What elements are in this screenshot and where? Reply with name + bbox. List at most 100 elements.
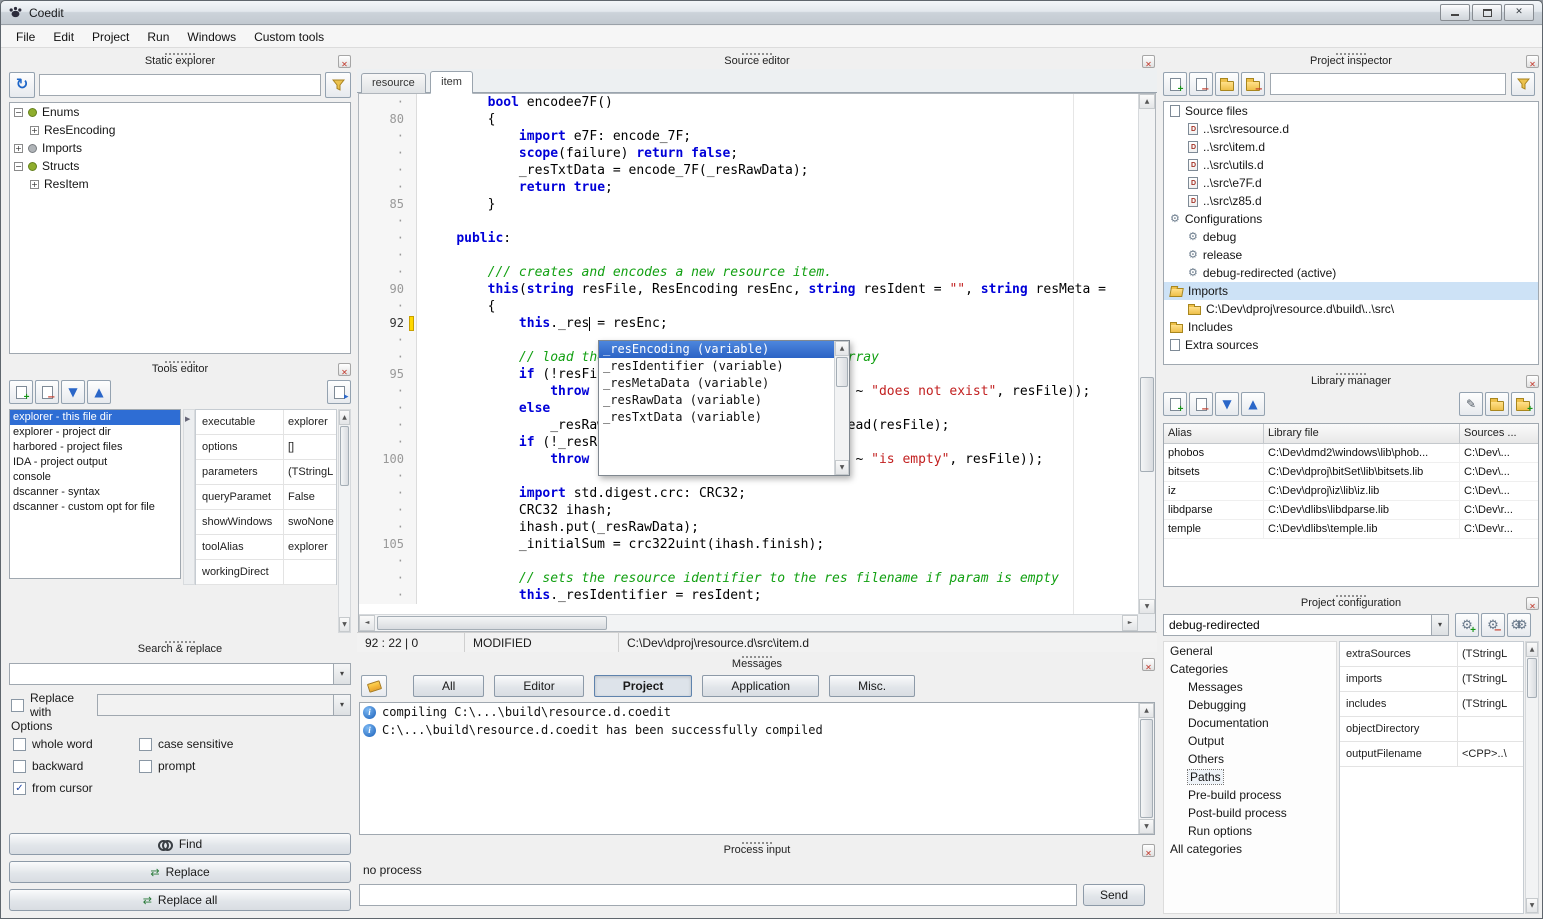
tree-item-resencoding[interactable]: +ResEncoding	[10, 121, 350, 139]
menu-item-run[interactable]: Run	[138, 27, 178, 47]
menu-item-project[interactable]: Project	[83, 27, 138, 47]
category-debugging[interactable]: Debugging	[1164, 696, 1336, 714]
add-library-button[interactable]	[1163, 392, 1187, 416]
completion-item[interactable]: _resTxtData (variable)	[599, 409, 834, 426]
move-library-up-button[interactable]: ▲	[1241, 392, 1265, 416]
checkbox-box[interactable]: ✓	[13, 782, 26, 795]
code-editor[interactable]: · bool encodee7F()80 {· import e7F: enco…	[358, 93, 1156, 632]
scrollbar-thumb[interactable]	[836, 357, 848, 387]
replace-all-button[interactable]: ⇄ Replace all	[9, 889, 351, 911]
inspector-item-extra-sources[interactable]: Extra sources	[1164, 336, 1538, 354]
completion-item[interactable]: _resEncoding (variable)	[599, 341, 834, 358]
move-tool-down-button[interactable]: ▼	[61, 380, 85, 404]
clear-messages-button[interactable]	[361, 675, 387, 697]
tab-resource[interactable]: resource	[361, 73, 426, 93]
property-value[interactable]: swoNone	[284, 516, 336, 528]
minimize-button[interactable]	[1440, 4, 1470, 21]
tree-item-structs[interactable]: −Structs	[10, 157, 350, 175]
inspector-filter-button[interactable]	[1511, 72, 1535, 96]
property-value[interactable]: []	[284, 441, 336, 453]
inspector-item-src-utils-d[interactable]: ..\src\utils.d	[1164, 156, 1538, 174]
property-extrasources[interactable]: extraSources(TStringL	[1340, 642, 1523, 667]
tool-item-explorer-project-dir[interactable]: explorer - project dir	[10, 425, 180, 440]
property-value[interactable]: explorer	[284, 541, 336, 553]
library-row-iz[interactable]: izC:\Dev\dproj\iz\lib\iz.libC:\Dev\...	[1164, 482, 1538, 501]
dropdown-button[interactable]: ▾	[333, 664, 350, 684]
menu-item-custom-tools[interactable]: Custom tools	[245, 27, 333, 47]
tool-item-dscanner-syntax[interactable]: dscanner - syntax	[10, 485, 180, 500]
message-item[interactable]: iC:\...\build\resource.d.coedit has been…	[360, 721, 1154, 739]
add-configuration-button[interactable]: ⚙	[1455, 613, 1479, 637]
clone-configuration-button[interactable]: ⚙⚙	[1507, 613, 1531, 637]
replace-button[interactable]: ⇄ Replace	[9, 861, 351, 883]
search-replace-header[interactable]: Search & replace	[7, 640, 353, 658]
checkbox-prompt[interactable]: prompt	[139, 759, 349, 773]
remove-library-button[interactable]	[1189, 392, 1213, 416]
tools-editor-header[interactable]: Tools editor ✕	[7, 360, 353, 378]
property-value[interactable]: explorer	[284, 416, 336, 428]
close-panel-button[interactable]: ✕	[1526, 55, 1539, 68]
property-value[interactable]: (TStringL	[1458, 673, 1523, 685]
tool-item-harbored-project-files[interactable]: harbored - project files	[10, 440, 180, 455]
process-input-field[interactable]	[359, 884, 1077, 906]
static-explorer-header[interactable]: Static explorer ✕	[7, 52, 353, 70]
close-panel-button[interactable]: ✕	[1142, 844, 1155, 857]
inspector-item-c-dev-dproj-resource-d-build-src[interactable]: C:\Dev\dproj\resource.d\build\..\src\	[1164, 300, 1538, 318]
close-panel-button[interactable]: ✕	[1142, 658, 1155, 671]
tool-item-dscanner-custom-opt-for-file[interactable]: dscanner - custom opt for file	[10, 500, 180, 515]
category-run-options[interactable]: Run options	[1164, 822, 1336, 840]
tree-item-resitem[interactable]: +ResItem	[10, 175, 350, 193]
inspector-item-debug[interactable]: ⚙debug	[1164, 228, 1538, 246]
tree-item-enums[interactable]: −Enums	[10, 103, 350, 121]
property-parameters[interactable]: parameters(TStringL	[196, 460, 336, 485]
collapse-icon[interactable]: −	[14, 162, 23, 171]
messages-scrollbar[interactable]: ▲ ▼	[1138, 703, 1154, 834]
filter-application-button[interactable]: Application	[702, 675, 819, 697]
checkbox-case-sensitive[interactable]: case sensitive	[139, 737, 349, 751]
menu-item-windows[interactable]: Windows	[178, 27, 245, 47]
inspector-item-configurations[interactable]: ⚙Configurations	[1164, 210, 1538, 228]
inspector-item-src-resource-d[interactable]: ..\src\resource.d	[1164, 120, 1538, 138]
maximize-button[interactable]	[1472, 4, 1502, 21]
category-paths[interactable]: Paths	[1164, 768, 1336, 786]
titlebar[interactable]: Coedit ✕	[1, 1, 1542, 25]
inspector-filter-input[interactable]	[1270, 73, 1506, 95]
project-inspector-header[interactable]: Project inspector ✕	[1161, 52, 1541, 70]
tool-grid-scrollbar[interactable]: ▲ ▼	[338, 409, 351, 633]
close-panel-button[interactable]: ✕	[1526, 375, 1539, 388]
checkbox-from-cursor[interactable]: ✓from cursor	[13, 781, 139, 795]
category-categories[interactable]: Categories	[1164, 660, 1336, 678]
inspector-expand-strip[interactable]: ▶	[183, 409, 195, 585]
checkbox-box[interactable]	[139, 738, 152, 751]
library-row-temple[interactable]: templeC:\Dev\dlibs\temple.libC:\Dev\r...	[1164, 520, 1538, 539]
close-panel-button[interactable]: ✕	[1142, 55, 1155, 68]
menu-item-edit[interactable]: Edit	[44, 27, 83, 47]
message-item[interactable]: icompiling C:\...\build\resource.d.coedi…	[360, 703, 1154, 721]
messages-header[interactable]: Messages ✕	[357, 655, 1157, 673]
category-others[interactable]: Others	[1164, 750, 1336, 768]
dropdown-button[interactable]: ▾	[333, 695, 350, 715]
property-value[interactable]: False	[284, 491, 336, 503]
expand-icon[interactable]: +	[30, 180, 39, 189]
editor-vertical-scrollbar[interactable]: ▲ ▼	[1138, 94, 1155, 614]
inspector-item-src-z85-d[interactable]: ..\src\z85.d	[1164, 192, 1538, 210]
completion-item[interactable]: _resIdentifier (variable)	[599, 358, 834, 375]
property-queryparamet[interactable]: queryParametFalse	[196, 485, 336, 510]
add-source-button[interactable]	[1163, 72, 1187, 96]
replace-term-combo[interactable]: ▾	[97, 694, 351, 716]
inspector-item-debug-redirected-active[interactable]: ⚙debug-redirected (active)	[1164, 264, 1538, 282]
remove-configuration-button[interactable]: ⚙	[1481, 613, 1505, 637]
send-button[interactable]: Send	[1083, 884, 1145, 906]
close-panel-button[interactable]: ✕	[1526, 597, 1539, 610]
property-options[interactable]: options[]	[196, 435, 336, 460]
property-value[interactable]: (TStringL	[284, 466, 336, 478]
category-pre-build-process[interactable]: Pre-build process	[1164, 786, 1336, 804]
symbol-filter-button[interactable]	[325, 72, 351, 98]
add-import-folder-button[interactable]	[1215, 72, 1239, 96]
property-objectdirectory[interactable]: objectDirectory	[1340, 717, 1523, 742]
column-header-sources[interactable]: Sources ...	[1460, 424, 1538, 444]
checkbox-box[interactable]	[13, 738, 26, 751]
property-executable[interactable]: executableexplorer	[196, 410, 336, 435]
property-includes[interactable]: includes(TStringL	[1340, 692, 1523, 717]
execute-tool-button[interactable]	[327, 380, 351, 404]
